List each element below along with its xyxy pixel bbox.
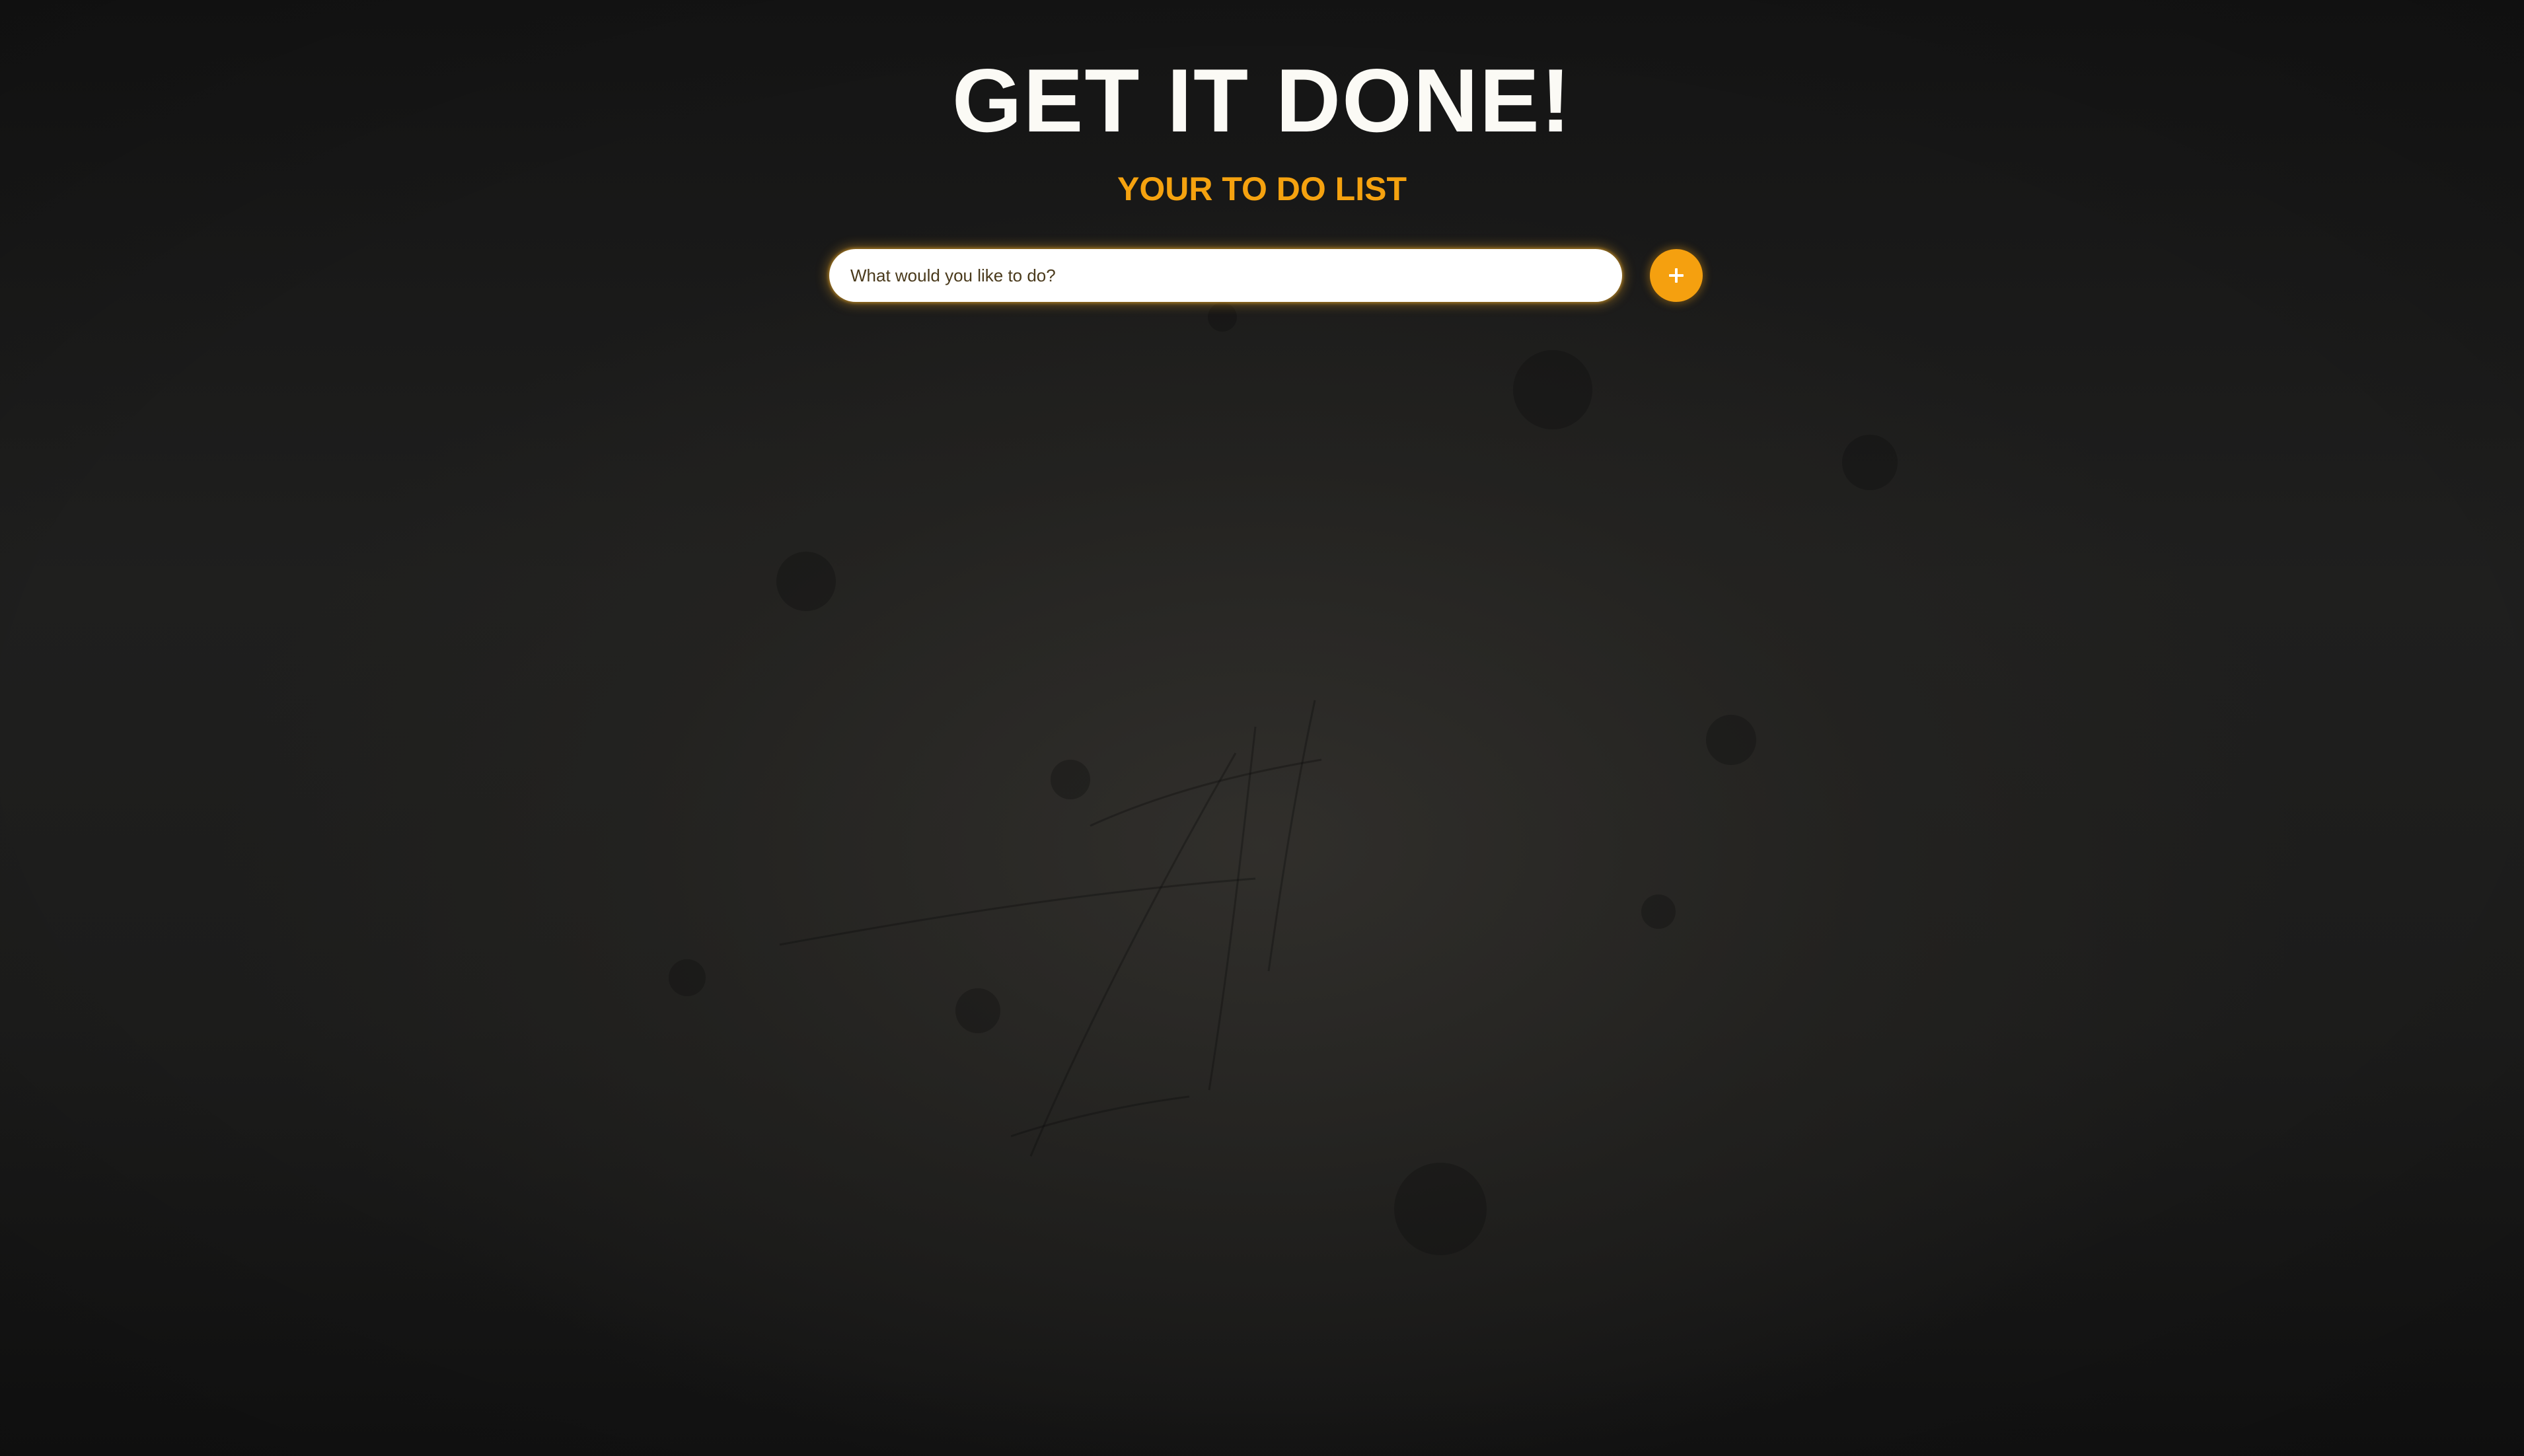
add-todo-button[interactable]	[1650, 249, 1703, 302]
plus-icon	[1669, 268, 1684, 283]
page-subtitle: YOUR TO DO LIST	[1117, 170, 1407, 207]
page-title: GET IT DONE!	[951, 50, 1573, 151]
todo-form	[829, 249, 1703, 302]
todo-input[interactable]	[829, 249, 1622, 302]
grunge-background-texture	[669, 303, 1898, 1255]
